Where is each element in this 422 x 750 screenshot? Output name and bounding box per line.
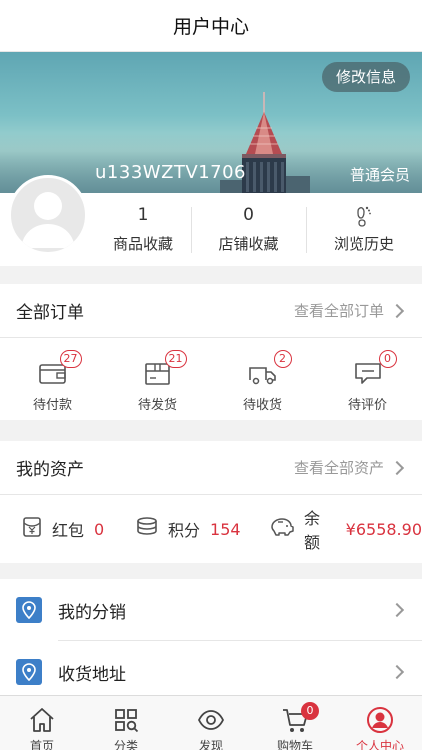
location-pin-icon [16,659,42,685]
tab-category[interactable]: 分类 [84,696,168,750]
order-count-badge: 27 [59,350,82,368]
cart-count-badge: 0 [301,702,319,720]
view-all-assets-link[interactable]: 查看全部资产 [294,457,384,478]
red-packet-icon [22,516,42,542]
menu-item-label: 我的分销 [58,602,126,623]
chevron-right-icon [389,602,405,618]
username: u133WZTV1706 [95,162,247,183]
order-status-label: 待收货 [242,398,282,413]
tab-discover[interactable]: 发现 [169,696,253,750]
asset-label: 积分 [168,521,201,540]
chevron-right-icon [389,303,405,318]
user-icon [366,706,394,734]
order-status-label: 待发货 [137,398,177,413]
asset-value: 154 [210,519,241,539]
tab-cart[interactable]: 0 购物车 [253,696,337,750]
assets-header[interactable]: 我的资产 查看全部资产 [0,441,422,495]
order-status-row: 27 待付款 21 待发货 2 待收货 0 待评价 [0,338,422,420]
assets-section: 我的资产 查看全部资产 红包 0 积分 154 余额 ¥6558.90 [0,441,422,563]
page-title: 用户中心 [172,16,249,38]
menu-item-label: 收货地址 [58,664,126,685]
asset-red-packet[interactable]: 红包 0 [22,495,104,563]
orders-title: 全部订单 [16,303,84,323]
profile-banner: 修改信息 u133WZTV1706 普通会员 [0,52,422,193]
asset-points[interactable]: 积分 154 [136,495,241,563]
browse-history[interactable]: 浏览历史 [306,193,422,266]
assets-row: 红包 0 积分 154 余额 ¥6558.90 [0,495,422,563]
order-status-label: 待评价 [347,398,387,413]
tab-home[interactable]: 首页 [0,696,84,750]
tab-label: 个人中心 [355,739,404,750]
eye-icon [197,706,225,734]
bottom-tab-bar: 首页 分类 发现 0 购物车 个人中心 [0,695,422,750]
orders-section: 全部订单 查看全部订单 27 待付款 21 待发货 2 待收货 0 待评价 [0,284,422,420]
box-icon: 21 [143,350,187,386]
tab-label: 分类 [113,739,138,750]
menu-item-shipping-address[interactable]: 收货地址 [0,641,422,695]
asset-label: 余额 [304,509,321,552]
tab-label: 发现 [198,739,223,750]
member-level: 普通会员 [349,166,410,184]
chevron-right-icon [389,664,405,680]
edit-profile-button[interactable]: 修改信息 [321,62,410,92]
footprint-icon [355,205,373,227]
comment-icon: 0 [353,350,397,386]
favorite-shops-count: 0 [243,205,254,225]
order-status-label: 待付款 [32,398,72,413]
avatar-placeholder-icon [21,192,75,248]
order-count-badge: 0 [378,350,397,368]
title-bar: 用户中心 [0,0,422,52]
order-pending-receipt[interactable]: 2 待收货 [210,338,315,420]
browse-history-label: 浏览历史 [333,235,394,253]
cart-icon: 0 [281,702,319,734]
coins-icon [136,516,158,542]
tab-profile[interactable]: 个人中心 [338,696,422,750]
truck-icon: 2 [248,350,292,386]
favorite-products-count: 1 [137,205,149,225]
order-pending-shipment[interactable]: 21 待发货 [105,338,210,420]
asset-balance[interactable]: 余额 ¥6558.90 [268,495,422,563]
assets-title: 我的资产 [16,460,84,480]
favorite-products-label: 商品收藏 [112,235,173,253]
piggy-bank-icon [268,516,294,542]
asset-label: 红包 [52,521,85,540]
view-all-orders-link[interactable]: 查看全部订单 [294,300,384,321]
chevron-right-icon [389,460,405,475]
tab-label: 购物车 [276,739,313,750]
favorite-products[interactable]: 1 商品收藏 [95,193,191,266]
category-icon [112,706,140,734]
asset-value: ¥6558.90 [345,519,422,539]
orders-header[interactable]: 全部订单 查看全部订单 [0,284,422,338]
menu-item-distribution[interactable]: 我的分销 [0,579,422,641]
location-pin-icon [16,597,42,623]
tab-label: 首页 [29,739,54,750]
avatar[interactable] [8,175,88,255]
order-pending-payment[interactable]: 27 待付款 [0,338,105,420]
menu-list: 我的分销 收货地址 [0,579,422,695]
asset-value: 0 [94,519,105,539]
order-count-badge: 2 [273,350,292,368]
order-pending-review[interactable]: 0 待评价 [315,338,420,420]
order-count-badge: 21 [164,350,187,368]
favorite-shops[interactable]: 0 店铺收藏 [191,193,306,266]
home-icon [28,706,56,734]
wallet-icon: 27 [38,350,82,386]
favorite-shops-label: 店铺收藏 [218,235,279,253]
